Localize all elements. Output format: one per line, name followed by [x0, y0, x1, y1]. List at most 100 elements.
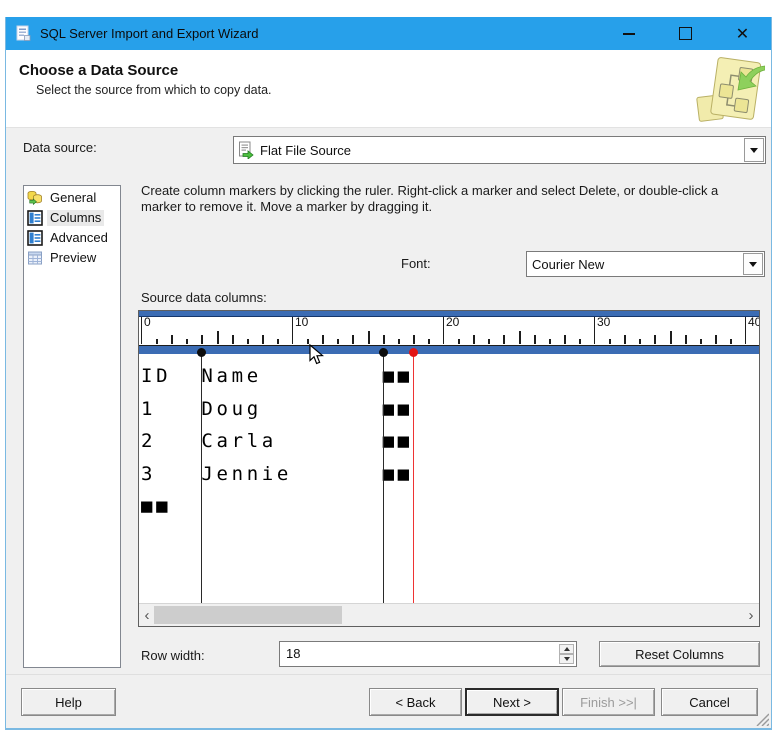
row-width-marker[interactable] [409, 348, 418, 357]
column-marker-line[interactable] [383, 355, 384, 603]
ruler-number: 40 [748, 315, 760, 329]
close-icon: ✕ [736, 24, 749, 44]
data-row: ID Name ■■ [141, 360, 759, 393]
ruler-tick [488, 339, 490, 344]
ruler-tick [352, 335, 354, 344]
app-icon [15, 25, 32, 42]
ruler-tick [654, 335, 656, 344]
ruler-bottom-band [139, 345, 759, 354]
scroll-left-button[interactable]: ‹ [139, 604, 155, 626]
instructions-text: Create column markers by clicking the ru… [141, 183, 737, 215]
column-marker-line[interactable] [201, 355, 202, 603]
scroll-right-button[interactable]: › [743, 604, 759, 626]
ruler-major-line [292, 317, 293, 344]
ruler-tick [171, 335, 173, 344]
next-button[interactable]: Next > [465, 688, 559, 716]
cancel-button[interactable]: Cancel [661, 688, 758, 716]
ruler-tick [730, 339, 732, 344]
source-columns-label: Source data columns: [141, 290, 267, 305]
row-width-marker-line[interactable] [413, 355, 414, 603]
help-button[interactable]: Help [21, 688, 116, 716]
sidebar-item-label: Preview [47, 250, 99, 266]
reset-columns-button[interactable]: Reset Columns [599, 641, 760, 667]
ruler-tick [262, 335, 264, 344]
back-button[interactable]: < Back [369, 688, 462, 716]
close-button[interactable]: ✕ [714, 17, 771, 50]
ruler-tick [428, 339, 430, 344]
chevron-left-icon: ‹ [145, 607, 150, 624]
footer-bar: Help < Back Next > Finish >>| Cancel [6, 674, 771, 728]
database-icon [27, 190, 43, 206]
data-row: 3 Jennie ■■ [141, 458, 759, 491]
ruler-tick [232, 335, 234, 344]
ruler-major-line [594, 317, 595, 344]
font-combo[interactable]: Courier New [526, 251, 765, 277]
resize-grip[interactable] [754, 711, 769, 726]
data-row: 1 Doug ■■ [141, 393, 759, 426]
flat-file-icon [237, 141, 255, 159]
maximize-button[interactable] [657, 17, 714, 50]
data-source-value: Flat File Source [260, 143, 351, 158]
page-subtitle: Select the source from which to copy dat… [36, 83, 771, 97]
wizard-header: Choose a Data Source Select the source f… [6, 50, 771, 128]
ruler-tick [503, 335, 505, 344]
ruler-number: 20 [446, 315, 459, 329]
row-width-label: Row width: [141, 648, 205, 663]
ruler-tick [685, 335, 687, 344]
data-source-dropdown-button[interactable] [744, 138, 764, 162]
ruler-tick [609, 339, 611, 344]
data-row: 2 Carla ■■ [141, 425, 759, 458]
ruler-tick [368, 331, 370, 344]
sidebar-item-advanced[interactable]: Advanced [24, 228, 120, 248]
font-value: Courier New [532, 257, 604, 272]
ruler-tick [337, 339, 339, 344]
wizard-window: SQL Server Import and Export Wizard ✕ Ch… [5, 17, 772, 730]
font-label: Font: [401, 256, 431, 271]
column-marker-panel: 010203040 ID Name ■■ 1 Doug ■■ 2 Carla ■… [138, 310, 760, 627]
row-width-value: 18 [286, 646, 300, 661]
title-bar: SQL Server Import and Export Wizard ✕ [6, 17, 771, 50]
triangle-down-icon [564, 657, 570, 661]
horizontal-scrollbar[interactable]: ‹ › [139, 603, 759, 626]
ruler-number: 30 [597, 315, 610, 329]
minimize-button[interactable] [600, 17, 657, 50]
ruler-tick [186, 339, 188, 344]
ruler-tick [458, 339, 460, 344]
maximize-icon [679, 27, 692, 40]
sidebar-item-preview[interactable]: Preview [24, 248, 120, 268]
data-row: ■■ [141, 490, 759, 523]
sidebar-item-columns[interactable]: Columns [24, 208, 120, 228]
scrollbar-thumb[interactable] [154, 606, 342, 624]
ruler-major-line [745, 317, 746, 344]
row-width-input[interactable]: 18 [279, 641, 577, 667]
ruler-tick [413, 335, 415, 344]
ruler-tick [534, 335, 536, 344]
ruler-tick [322, 335, 324, 344]
spin-up-button[interactable] [559, 644, 574, 654]
sidebar-item-label: Advanced [47, 230, 111, 246]
table-icon [27, 230, 43, 246]
mouse-cursor [309, 344, 324, 366]
chevron-down-icon [750, 148, 758, 153]
data-source-combo[interactable]: Flat File Source [233, 136, 766, 164]
wizard-pages-list: General Columns Advanced [23, 185, 121, 668]
ruler-tick [277, 339, 279, 344]
sidebar-item-general[interactable]: General [24, 188, 120, 208]
ruler-tick [201, 335, 203, 344]
font-dropdown-button[interactable] [743, 253, 763, 275]
ruler-number: 10 [295, 315, 308, 329]
wizard-step-icon [693, 54, 765, 126]
sidebar-item-label: General [47, 190, 99, 206]
column-marker[interactable] [379, 348, 388, 357]
finish-button[interactable]: Finish >>| [562, 688, 655, 716]
ruler-tick [549, 339, 551, 344]
ruler-major-line [141, 317, 142, 344]
ruler-tick [564, 335, 566, 344]
ruler-tick [217, 331, 219, 344]
row-width-spinner [559, 644, 574, 664]
spin-down-button[interactable] [559, 654, 574, 664]
window-title: SQL Server Import and Export Wizard [40, 26, 258, 41]
ruler[interactable]: 010203040 [139, 311, 759, 354]
ruler-tick [624, 335, 626, 344]
ruler-major-line [443, 317, 444, 344]
